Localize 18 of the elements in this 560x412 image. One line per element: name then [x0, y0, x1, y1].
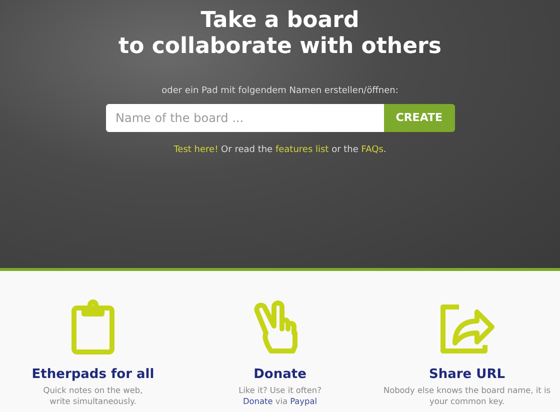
sentence-text: or the	[330, 145, 360, 156]
text-link[interactable]: FAQs	[361, 145, 384, 156]
hero-title: Take a board to collaborate with others	[118, 8, 442, 61]
board-name-field[interactable]: Name of the board ...	[106, 104, 384, 132]
sentence-text: via	[274, 396, 288, 406]
sentence-text: Like it? Use it often?	[238, 384, 322, 395]
sentence-text: Or read the	[220, 145, 274, 156]
sentence-text: Quick notes on the web, write simultaneously.	[43, 384, 144, 406]
text-link[interactable]: Donate	[242, 396, 273, 406]
text-link[interactable]: features list	[275, 145, 329, 156]
sentence-text: Nobody else knows the board name, it is your common key.	[383, 384, 552, 406]
sentence-text: .	[383, 145, 386, 156]
feature-title: Share URL	[429, 367, 505, 383]
feature-title: Donate	[254, 367, 306, 383]
feature-title: Etherpads for all	[32, 367, 154, 383]
text-link[interactable]: Paypal	[290, 396, 318, 406]
subtitle-text: oder ein Pad mit folgendem Namen erstellen/öffnen:	[160, 84, 400, 98]
text-link[interactable]: Test here!	[174, 145, 218, 156]
